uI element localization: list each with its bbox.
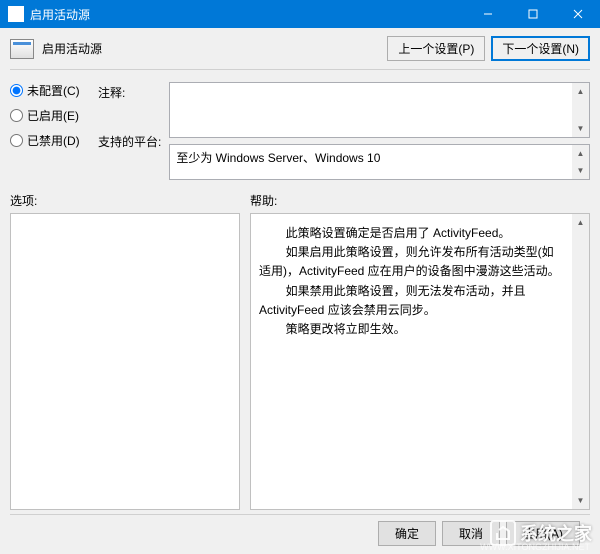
content-area: 启用活动源 上一个设置(P) 下一个设置(N) 未配置(C) 已启用(E) 已禁… bbox=[0, 28, 600, 554]
radio-enabled-label: 已启用(E) bbox=[27, 107, 79, 124]
maximize-button[interactable] bbox=[510, 0, 555, 28]
comment-wrap: ▲ ▼ bbox=[169, 82, 590, 138]
platform-label: 支持的平台: bbox=[98, 133, 161, 150]
close-button[interactable] bbox=[555, 0, 600, 28]
radio-enabled-input[interactable] bbox=[10, 109, 23, 122]
policy-title: 启用活动源 bbox=[42, 40, 387, 57]
app-icon bbox=[8, 6, 24, 22]
scroll-up-icon[interactable]: ▲ bbox=[572, 145, 589, 162]
window-title: 启用活动源 bbox=[30, 6, 465, 23]
next-setting-button[interactable]: 下一个设置(N) bbox=[491, 36, 590, 61]
apply-button[interactable]: 应用(A) bbox=[506, 521, 580, 546]
divider bbox=[10, 69, 590, 70]
scroll-down-icon[interactable]: ▼ bbox=[572, 492, 589, 509]
help-scrollbar[interactable]: ▲ ▼ bbox=[572, 214, 589, 509]
scroll-up-icon[interactable]: ▲ bbox=[572, 214, 589, 231]
radio-not-configured-input[interactable] bbox=[10, 84, 23, 97]
previous-setting-button[interactable]: 上一个设置(P) bbox=[387, 36, 485, 61]
scroll-down-icon[interactable]: ▼ bbox=[572, 162, 589, 179]
window-controls bbox=[465, 0, 600, 28]
ok-button[interactable]: 确定 bbox=[378, 521, 436, 546]
radio-not-configured[interactable]: 未配置(C) bbox=[10, 82, 90, 99]
radio-enabled[interactable]: 已启用(E) bbox=[10, 107, 90, 124]
help-text: 此策略设置确定是否启用了 ActivityFeed。 如果启用此策略设置，则允许… bbox=[251, 214, 572, 509]
config-section: 未配置(C) 已启用(E) 已禁用(D) 注释: 支持的平台: ▲ ▼ bbox=[0, 72, 600, 184]
header-row: 启用活动源 上一个设置(P) 下一个设置(N) bbox=[0, 28, 600, 67]
radio-disabled-input[interactable] bbox=[10, 134, 23, 147]
scroll-up-icon[interactable]: ▲ bbox=[572, 83, 589, 100]
policy-icon bbox=[10, 39, 34, 59]
comment-scrollbar[interactable]: ▲ ▼ bbox=[572, 83, 589, 137]
cancel-button[interactable]: 取消 bbox=[442, 521, 500, 546]
radio-not-configured-label: 未配置(C) bbox=[27, 82, 80, 99]
help-panel: 此策略设置确定是否启用了 ActivityFeed。 如果启用此策略设置，则允许… bbox=[250, 213, 590, 510]
bottom-bar: 确定 取消 应用(A) bbox=[10, 514, 590, 554]
options-panel bbox=[10, 213, 240, 510]
scroll-down-icon[interactable]: ▼ bbox=[572, 120, 589, 137]
options-label: 选项: bbox=[10, 192, 240, 209]
field-labels: 注释: 支持的平台: bbox=[98, 82, 161, 180]
radio-group: 未配置(C) 已启用(E) 已禁用(D) bbox=[10, 82, 90, 180]
minimize-button[interactable] bbox=[465, 0, 510, 28]
radio-disabled[interactable]: 已禁用(D) bbox=[10, 132, 90, 149]
platform-scrollbar[interactable]: ▲ ▼ bbox=[572, 145, 589, 179]
help-label: 帮助: bbox=[250, 192, 590, 209]
lower-section: 选项: 帮助: 此策略设置确定是否启用了 ActivityFeed。 如果启用此… bbox=[0, 184, 600, 514]
comment-label: 注释: bbox=[98, 84, 161, 101]
platform-wrap: 至少为 Windows Server、Windows 10 ▲ ▼ bbox=[169, 144, 590, 180]
radio-disabled-label: 已禁用(D) bbox=[27, 132, 80, 149]
comment-input[interactable] bbox=[170, 83, 572, 137]
platform-text: 至少为 Windows Server、Windows 10 bbox=[170, 145, 572, 179]
titlebar: 启用活动源 bbox=[0, 0, 600, 28]
